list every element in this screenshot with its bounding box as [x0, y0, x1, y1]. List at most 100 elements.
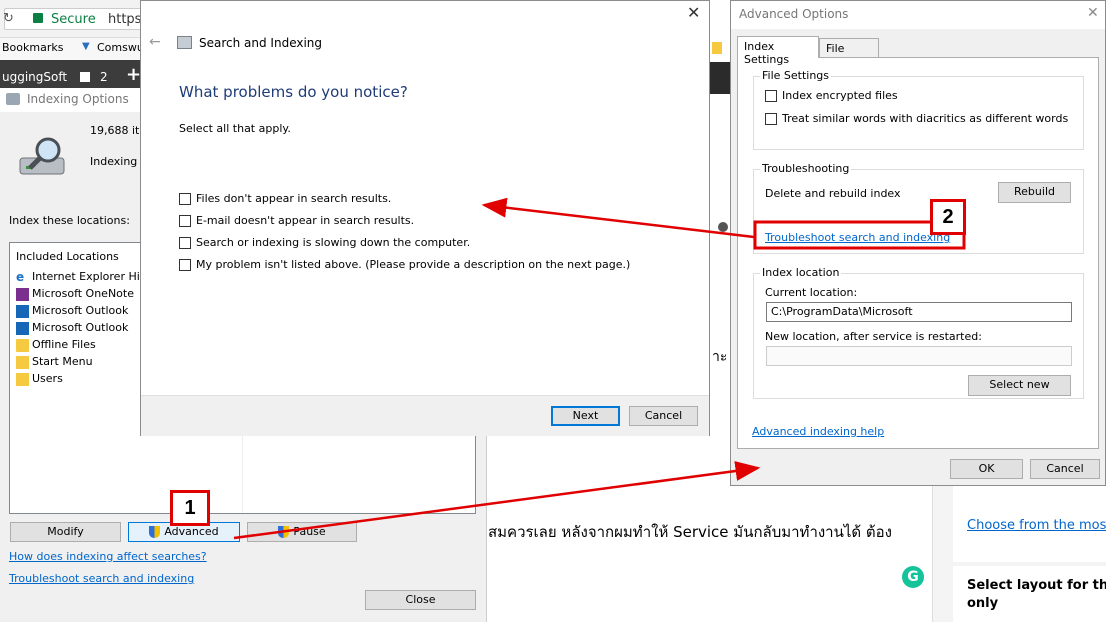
tab-index-settings[interactable]: Index Settings [737, 36, 819, 66]
list-item[interactable]: Microsoft Outlook [16, 304, 128, 318]
dialog-footer: Next Cancel [141, 395, 709, 436]
list-item[interactable]: Offline Files [16, 338, 96, 352]
lock-icon [33, 13, 43, 23]
close-icon[interactable]: ✕ [1087, 5, 1099, 21]
bookmarks-label[interactable]: Bookmarks [2, 41, 63, 54]
index-location-legend: Index location [760, 266, 842, 279]
new-location-field[interactable] [766, 346, 1072, 366]
pause-button[interactable]: Pause [247, 522, 357, 542]
secure-label: Secure [51, 12, 96, 27]
layout-panel: Select layout for this s only [953, 566, 1106, 622]
callout-2: 2 [930, 199, 966, 235]
background-right-panel: Choose from the most u Select layout for… [932, 478, 1106, 622]
outlook-icon [16, 321, 29, 335]
new-tab-icon[interactable]: + [126, 64, 141, 85]
advanced-indexing-help-link[interactable]: Advanced indexing help [752, 425, 884, 438]
checkbox[interactable] [179, 193, 191, 205]
problems-heading: What problems do you notice? [179, 83, 408, 101]
background-thai-fragment: าะ [712, 349, 728, 365]
shield-icon [278, 526, 290, 538]
close-icon[interactable]: ✕ [687, 3, 700, 22]
select-all-instruction: Select all that apply. [179, 122, 291, 135]
list-item[interactable]: Start Menu [16, 355, 93, 369]
outlook-icon [16, 304, 29, 318]
shield-icon [149, 526, 161, 538]
how-indexing-link[interactable]: How does indexing affect searches? [9, 550, 207, 563]
callout-1: 1 [170, 490, 210, 526]
layout-heading: Select layout for this s [967, 578, 1106, 593]
list-item[interactable]: Microsoft Outlook [16, 321, 128, 335]
diacritics-option[interactable]: Treat similar words with diacritics as d… [765, 112, 1068, 125]
indexing-item-count: 19,688 ite [90, 124, 147, 137]
folder-icon [16, 355, 29, 369]
included-locations-header: Included Locations [16, 250, 119, 263]
list-item[interactable]: e Internet Explorer Histo [16, 270, 157, 284]
offline-files-icon [16, 338, 29, 352]
tab-strip: uggingSoft 2 + [0, 60, 145, 88]
background-header-strip [710, 62, 732, 94]
internet-explorer-icon: e [16, 269, 25, 284]
cancel-button-advanced[interactable]: Cancel [1030, 459, 1100, 479]
choose-link[interactable]: Choose from the most u [967, 518, 1106, 533]
layout-only: only [967, 596, 999, 611]
tab-title[interactable]: uggingSoft [2, 70, 67, 84]
search-indexing-icon [177, 36, 192, 49]
choose-panel: Choose from the most u [953, 486, 1106, 562]
onenote-icon [16, 287, 29, 301]
secure-indicator[interactable]: ↻ Secure https [3, 8, 144, 30]
modify-button[interactable]: Modify [10, 522, 121, 542]
bookmark-item[interactable]: Comswu [97, 41, 144, 54]
next-button[interactable]: Next [551, 406, 620, 426]
index-settings-panel: File Settings Index encrypted files Trea… [737, 57, 1099, 449]
url-fragment[interactable]: https [108, 12, 141, 27]
indexing-options-title: Indexing Options [27, 92, 129, 106]
checkbox[interactable] [179, 237, 191, 249]
back-arrow-icon[interactable]: ← [149, 34, 161, 50]
background-thai-text: สมควรเลย หลังจากผมทำให้ Service มันกลับม… [488, 523, 892, 541]
advanced-options-titlebar: Advanced Options ✕ [731, 1, 1105, 29]
advanced-options-title: Advanced Options [739, 7, 849, 21]
option-slow[interactable]: Search or indexing is slowing down the c… [179, 236, 470, 249]
option-other[interactable]: My problem isn't listed above. (Please p… [179, 258, 630, 271]
troubleshooting-legend: Troubleshooting [760, 162, 852, 175]
checkbox[interactable] [765, 113, 777, 125]
list-item[interactable]: Microsoft OneNote [16, 287, 134, 301]
ok-button[interactable]: OK [950, 459, 1023, 479]
new-location-label: New location, after service is restarted… [765, 330, 982, 343]
rebuild-button[interactable]: Rebuild [998, 182, 1071, 203]
folder-icon [16, 372, 29, 386]
advanced-options-dialog: Advanced Options ✕ Index Settings File T… [730, 0, 1106, 486]
file-settings-group: File Settings Index encrypted files Trea… [753, 69, 1084, 150]
option-email[interactable]: E-mail doesn't appear in search results. [179, 214, 414, 227]
troubleshoot-link-advanced[interactable]: Troubleshoot search and indexing [765, 231, 950, 244]
indexing-drive-icon [18, 136, 70, 180]
background-folder-icon [712, 42, 722, 54]
background-gear-icon [718, 222, 728, 232]
current-location-label: Current location: [765, 286, 858, 299]
reload-icon[interactable]: ↻ [3, 11, 14, 26]
tab-square-icon [80, 72, 90, 82]
indexing-window-icon [6, 93, 20, 105]
search-indexing-title: Search and Indexing [199, 36, 323, 50]
indexing-status: Indexing s [90, 155, 147, 168]
checkbox[interactable] [179, 259, 191, 271]
select-new-button[interactable]: Select new [968, 375, 1071, 396]
grammarly-icon[interactable]: G [902, 566, 924, 588]
file-settings-legend: File Settings [760, 69, 832, 82]
tab-file-types[interactable]: File Types [819, 38, 879, 68]
checkbox[interactable] [765, 90, 777, 102]
search-indexing-dialog: ✕ ← Search and Indexing What problems do… [140, 0, 710, 436]
bookmarks-bar: Bookmarks ▼ Comswu [0, 38, 145, 60]
troubleshooting-group: Troubleshooting Delete and rebuild index… [753, 162, 1084, 254]
index-encrypted-option[interactable]: Index encrypted files [765, 89, 898, 102]
close-button[interactable]: Close [365, 590, 476, 610]
checkbox[interactable] [179, 215, 191, 227]
delete-rebuild-label: Delete and rebuild index [765, 187, 901, 200]
option-files[interactable]: Files don't appear in search results. [179, 192, 391, 205]
cancel-button[interactable]: Cancel [629, 406, 698, 426]
current-location-field[interactable]: C:\ProgramData\Microsoft [766, 302, 1072, 322]
tab-count: 2 [100, 70, 108, 84]
index-locations-label: Index these locations: [9, 214, 130, 227]
troubleshoot-link-indexing[interactable]: Troubleshoot search and indexing [9, 572, 194, 585]
list-item[interactable]: Users [16, 372, 63, 386]
